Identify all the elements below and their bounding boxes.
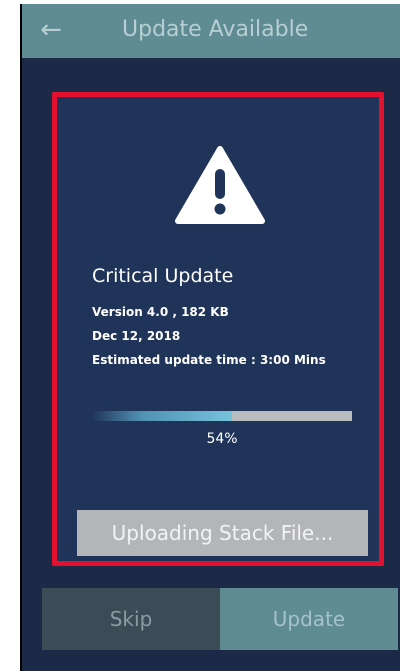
version-info: Version 4.0 , 182 KB xyxy=(92,305,229,319)
page-title: Update Available xyxy=(122,17,309,42)
update-title: Critical Update xyxy=(92,265,234,287)
update-button[interactable]: Update xyxy=(220,588,398,650)
device-screen: ← Update Available Critical Update Versi… xyxy=(20,4,400,671)
update-panel: Critical Update Version 4.0 , 182 KB Dec… xyxy=(52,92,384,566)
app-header: ← Update Available xyxy=(22,4,400,58)
skip-button[interactable]: Skip xyxy=(42,588,220,650)
release-date: Dec 12, 2018 xyxy=(92,329,181,343)
progress-bar-fill xyxy=(92,411,233,421)
back-arrow-icon[interactable]: ← xyxy=(36,16,66,44)
progress-bar xyxy=(92,411,352,421)
progress-percent: 54% xyxy=(206,431,238,447)
action-bar: Skip Update xyxy=(42,588,398,650)
warning-triangle-icon xyxy=(175,146,265,224)
uploading-status-button[interactable]: Uploading Stack File... xyxy=(77,510,368,556)
estimated-time: Estimated update time : 3:00 Mins xyxy=(92,353,326,367)
